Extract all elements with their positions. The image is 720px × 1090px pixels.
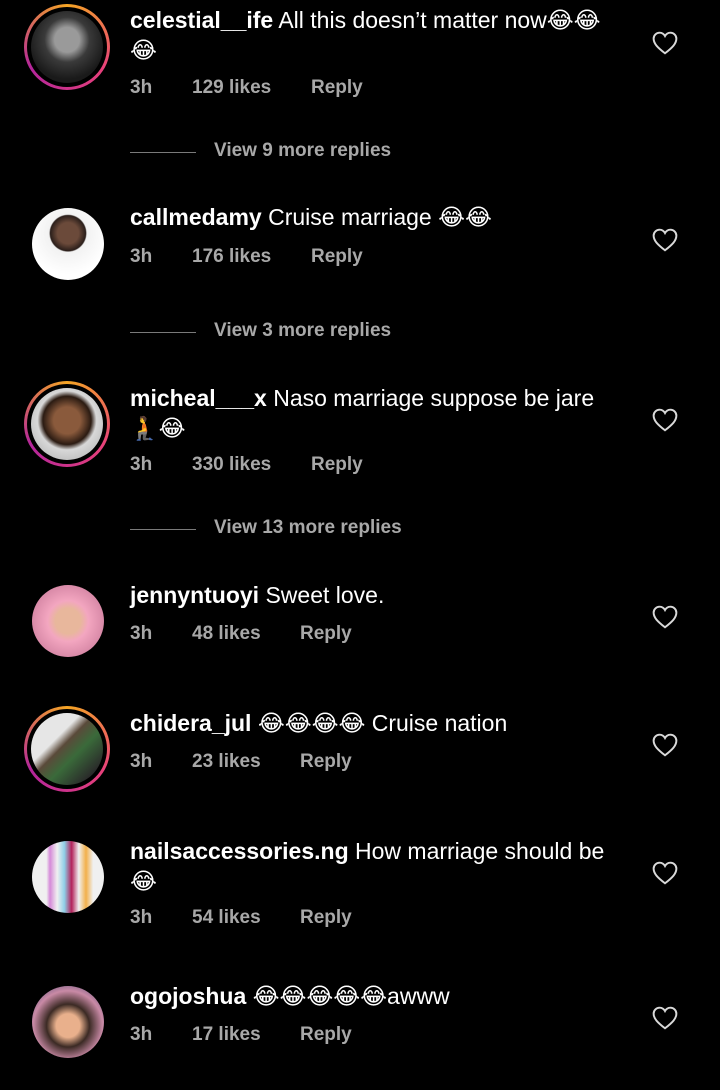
- reply-button[interactable]: Reply: [311, 77, 363, 99]
- comment-username[interactable]: nailsaccessories.ng: [130, 838, 349, 864]
- avatar-story-ring[interactable]: [24, 381, 110, 467]
- view-more-replies-label[interactable]: View 13 more replies: [214, 517, 402, 539]
- heart-icon[interactable]: [652, 861, 678, 885]
- comment-time: 3h: [130, 1024, 153, 1045]
- divider-line: [130, 332, 196, 333]
- comment-time: 3h: [130, 454, 153, 475]
- comment-time: 3h: [130, 246, 153, 267]
- comment-likes[interactable]: 17 likes: [192, 1024, 261, 1046]
- comment-likes[interactable]: 129 likes: [192, 77, 271, 99]
- comment-username[interactable]: celestial__ife: [130, 7, 273, 33]
- comment-username[interactable]: micheal___x: [130, 385, 267, 411]
- avatar[interactable]: [32, 208, 104, 280]
- comment-likes[interactable]: 54 likes: [192, 907, 261, 929]
- comment-text: nailsaccessories.ng How marriage should …: [130, 836, 620, 896]
- reply-button[interactable]: Reply: [311, 246, 363, 268]
- comment-time: 3h: [130, 751, 153, 772]
- reply-button[interactable]: Reply: [300, 751, 352, 773]
- avatar[interactable]: [32, 841, 104, 913]
- comment-body: 😂😂😂😂😂awww: [246, 983, 450, 1009]
- comment-time: 3h: [130, 907, 153, 928]
- comment-username[interactable]: jennyntuoyi: [130, 582, 259, 608]
- avatar: [31, 388, 103, 460]
- divider-line: [130, 152, 196, 153]
- avatar: [31, 11, 103, 83]
- comment-text: chidera_jul 😂😂😂😂 Cruise nation: [130, 708, 620, 738]
- comment-text: celestial__ife All this doesn’t matter n…: [130, 5, 620, 65]
- avatar-story-ring[interactable]: [24, 4, 110, 90]
- comment-username[interactable]: ogojoshua: [130, 983, 246, 1009]
- comment-text: jennyntuoyi Sweet love.: [130, 580, 620, 610]
- comment-likes[interactable]: 48 likes: [192, 623, 261, 645]
- view-more-replies-label[interactable]: View 9 more replies: [214, 140, 391, 162]
- avatar[interactable]: [32, 585, 104, 657]
- comment-text: ogojoshua 😂😂😂😂😂awww: [130, 981, 620, 1011]
- reply-button[interactable]: Reply: [300, 1024, 352, 1046]
- heart-icon[interactable]: [652, 228, 678, 252]
- comment-body: Sweet love.: [259, 582, 385, 608]
- view-more-replies-label[interactable]: View 3 more replies: [214, 320, 391, 342]
- comment-username[interactable]: callmedamy: [130, 204, 262, 230]
- heart-icon[interactable]: [652, 408, 678, 432]
- avatar[interactable]: [32, 986, 104, 1058]
- comment-text: micheal___x Naso marriage suppose be jar…: [130, 383, 620, 443]
- heart-icon[interactable]: [652, 31, 678, 55]
- reply-button[interactable]: Reply: [300, 907, 352, 929]
- comment-time: 3h: [130, 623, 153, 644]
- comment-likes[interactable]: 23 likes: [192, 751, 261, 773]
- avatar: [31, 713, 103, 785]
- comment-text: callmedamy Cruise marriage 😂😂: [130, 202, 620, 232]
- heart-icon[interactable]: [652, 733, 678, 757]
- comment-username[interactable]: chidera_jul: [130, 710, 251, 736]
- heart-icon[interactable]: [652, 1006, 678, 1030]
- divider-line: [130, 529, 196, 530]
- heart-icon[interactable]: [652, 605, 678, 629]
- avatar-story-ring[interactable]: [24, 706, 110, 792]
- comment-likes[interactable]: 330 likes: [192, 454, 271, 476]
- comment-body: 😂😂😂😂 Cruise nation: [251, 710, 508, 736]
- comment-time: 3h: [130, 77, 153, 98]
- reply-button[interactable]: Reply: [311, 454, 363, 476]
- comment-body: Cruise marriage 😂😂: [261, 204, 492, 230]
- comment-likes[interactable]: 176 likes: [192, 246, 271, 268]
- reply-button[interactable]: Reply: [300, 623, 352, 645]
